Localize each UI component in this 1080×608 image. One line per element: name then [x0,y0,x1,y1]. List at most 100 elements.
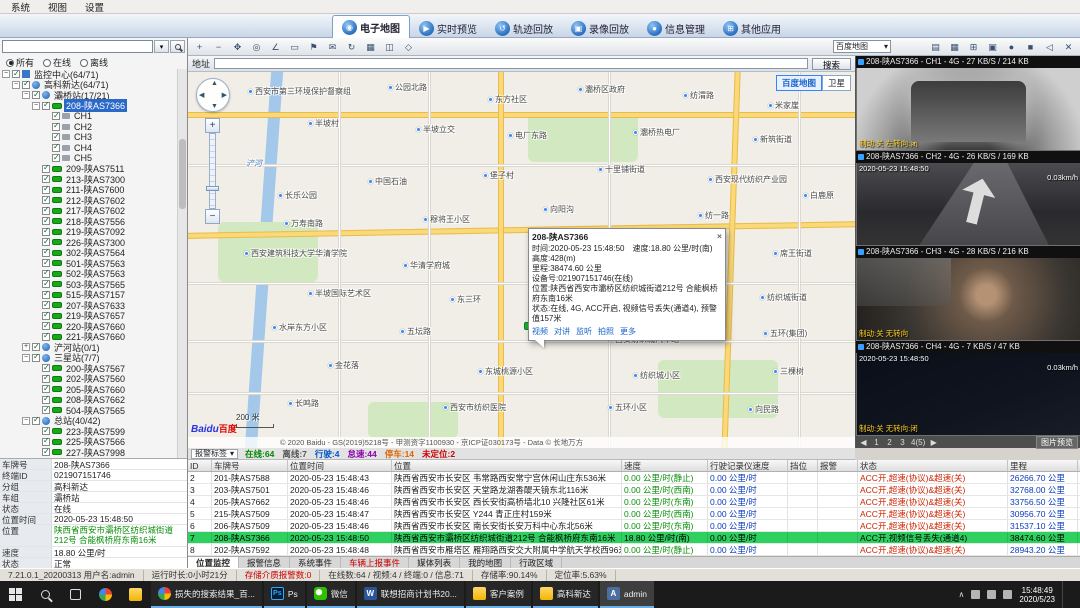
tray-expand-icon[interactable]: ∧ [959,590,965,599]
alarm-filter-dropdown[interactable]: 报警标签 ▾ [191,449,238,459]
layout-4-icon[interactable]: ▦ [946,39,963,54]
task-view-button[interactable] [60,581,90,608]
marker-flag-icon[interactable]: ⚑ [305,39,322,54]
tree-checkbox[interactable] [42,207,50,215]
zoom-slider-thumb[interactable] [206,186,219,191]
tree-checkbox[interactable] [32,343,40,351]
tree-checkbox[interactable] [42,448,50,456]
pan-icon[interactable]: ✥ [229,39,246,54]
column-header[interactable]: 挡位 [788,460,818,471]
nav-tab[interactable]: ▶实时预览 [410,18,486,38]
tree-checkbox[interactable] [32,91,40,99]
network-icon[interactable] [971,590,980,599]
map-search-button[interactable]: 搜索 [812,58,851,70]
bottom-tab[interactable]: 行政区域 [511,557,562,569]
bottom-tab[interactable]: 我的地图 [460,557,511,569]
tree-checkbox[interactable] [42,175,50,183]
collapse-icon[interactable]: − [12,81,20,89]
tree-checkbox[interactable] [22,81,30,89]
bottom-tab[interactable]: 车辆上报事件 [341,557,409,569]
taskbar-search-button[interactable] [30,581,60,608]
tree-item[interactable]: CH4 [0,143,178,154]
pinned-browser[interactable] [90,581,120,608]
measure-area-icon[interactable]: ▭ [286,39,303,54]
taskbar-window[interactable]: 客户案例 [466,581,531,608]
table-row[interactable]: 8202-陕AS75922020-05-23 15:48:48陕西省西安市雁塔区… [188,544,1080,556]
zoom-in-button[interactable]: + [205,118,220,133]
image-preview-tab[interactable]: 图片预览 [1036,436,1078,449]
nav-tab[interactable]: ▣录像回放 [562,18,638,38]
tree-checkbox[interactable] [42,396,50,404]
layout-9-icon[interactable]: ⊞ [965,39,982,54]
collapse-icon[interactable]: − [22,417,30,425]
tree-checkbox[interactable] [42,375,50,383]
zoom-slider[interactable] [209,133,216,209]
video-channel[interactable]: 208-陕AS7366 - CH2 - 4G - 26 KB/S / 169 K… [856,151,1080,246]
fullscreen-icon[interactable]: ◇ [400,39,417,54]
table-row[interactable]: 4205-陕AS76622020-05-23 15:48:46陕西省西安市长安区… [188,496,1080,508]
pan-up-icon[interactable]: ▲ [211,80,218,87]
popup-link[interactable]: 监听 [576,326,592,337]
audio-icon[interactable]: ◁ [1041,39,1058,54]
pager-page[interactable]: 4(5) [911,438,925,447]
table-row[interactable]: 3203-陕AS75012020-05-23 15:48:46陕西省西安市长安区… [188,484,1080,496]
tree-checkbox[interactable] [52,112,60,120]
tree-checkbox[interactable] [42,301,50,309]
video-frame[interactable]: 制动:关 左转向:闭 [857,68,1080,150]
menu-item[interactable]: 视图 [39,0,76,14]
tree-checkbox[interactable] [42,438,50,446]
bottom-tab[interactable]: 系统事件 [290,557,341,569]
bottom-tab[interactable]: 报警信息 [239,557,290,569]
tree-checkbox[interactable] [52,144,60,152]
column-header[interactable]: ID [188,460,212,471]
tree-scrollbar[interactable] [177,69,187,458]
scrollbar-thumb[interactable] [179,139,186,209]
video-channel[interactable]: 208-陕AS7366 - CH4 - 4G - 7 KB/S / 47 KB2… [856,341,1080,436]
video-frame[interactable]: 2020-05-23 15:48:500.03km/h制动:关 无转向:闭 [857,353,1080,435]
notification-center-button[interactable] [1062,581,1074,608]
nav-tab[interactable]: ◉电子地图 [332,15,410,38]
video-frame[interactable]: 制动:关 无转向 [857,258,1080,340]
maptype-button[interactable]: 卫星 [822,75,851,91]
collapse-icon[interactable]: − [2,70,10,78]
tree-checkbox[interactable] [42,427,50,435]
tree-checkbox[interactable] [42,312,50,320]
tree-item[interactable]: −208-陕AS7366 [0,101,178,112]
tree-checkbox[interactable] [52,154,60,162]
search-button[interactable] [170,40,185,53]
table-row[interactable]: 5215-陕AS75092020-05-23 15:48:47陕西省西安市长安区… [188,508,1080,520]
column-header[interactable]: 报警 [818,460,858,471]
tree-checkbox[interactable] [42,385,50,393]
tree-item[interactable]: CH1 [0,111,178,122]
taskbar-window[interactable]: 高科新达 [533,581,598,608]
tree-checkbox[interactable] [52,133,60,141]
nav-tab[interactable]: ●信息管理 [638,18,714,38]
video-frame[interactable]: 2020-05-23 15:48:500.03km/h [857,163,1080,245]
tree-checkbox[interactable] [42,228,50,236]
vehicle-search-input[interactable] [2,40,153,53]
collapse-icon[interactable]: − [22,354,30,362]
bottom-tab[interactable]: 位置监控 [188,557,239,569]
zoom-out-button[interactable]: − [205,209,220,224]
collapse-icon[interactable]: − [22,91,30,99]
tree-checkbox[interactable] [42,280,50,288]
video-channel[interactable]: 208-陕AS7366 - CH1 - 4G - 27 KB/S / 214 K… [856,56,1080,151]
pager-page[interactable]: 3 [898,438,907,447]
tree-checkbox[interactable] [42,322,50,330]
tree-checkbox[interactable] [42,333,50,341]
pager-page[interactable]: 2 [885,438,894,447]
zoom-out-icon[interactable]: − [210,39,227,54]
column-header[interactable]: 位置时间 [288,460,392,471]
table-row[interactable]: 2201-陕AS75882020-05-23 15:48:43陕西省西安市长安区… [188,472,1080,484]
filter-radio[interactable]: 离线 [80,56,108,69]
column-header[interactable]: 里程 [1008,460,1078,471]
tree-checkbox[interactable] [42,270,50,278]
tree-checkbox[interactable] [42,217,50,225]
close-all-icon[interactable]: ✕ [1060,39,1077,54]
column-header[interactable]: 状态 [858,460,1008,471]
taskbar-clock[interactable]: 15:48:49 2020/5/23 [1019,586,1055,604]
popup-link[interactable]: 拍照 [598,326,614,337]
menu-item[interactable]: 系统 [2,0,39,14]
filter-radio[interactable]: 在线 [43,56,71,69]
table-row[interactable]: 7208-陕AS73662020-05-23 15:48:50陕西省西安市灞桥区… [188,532,1080,544]
